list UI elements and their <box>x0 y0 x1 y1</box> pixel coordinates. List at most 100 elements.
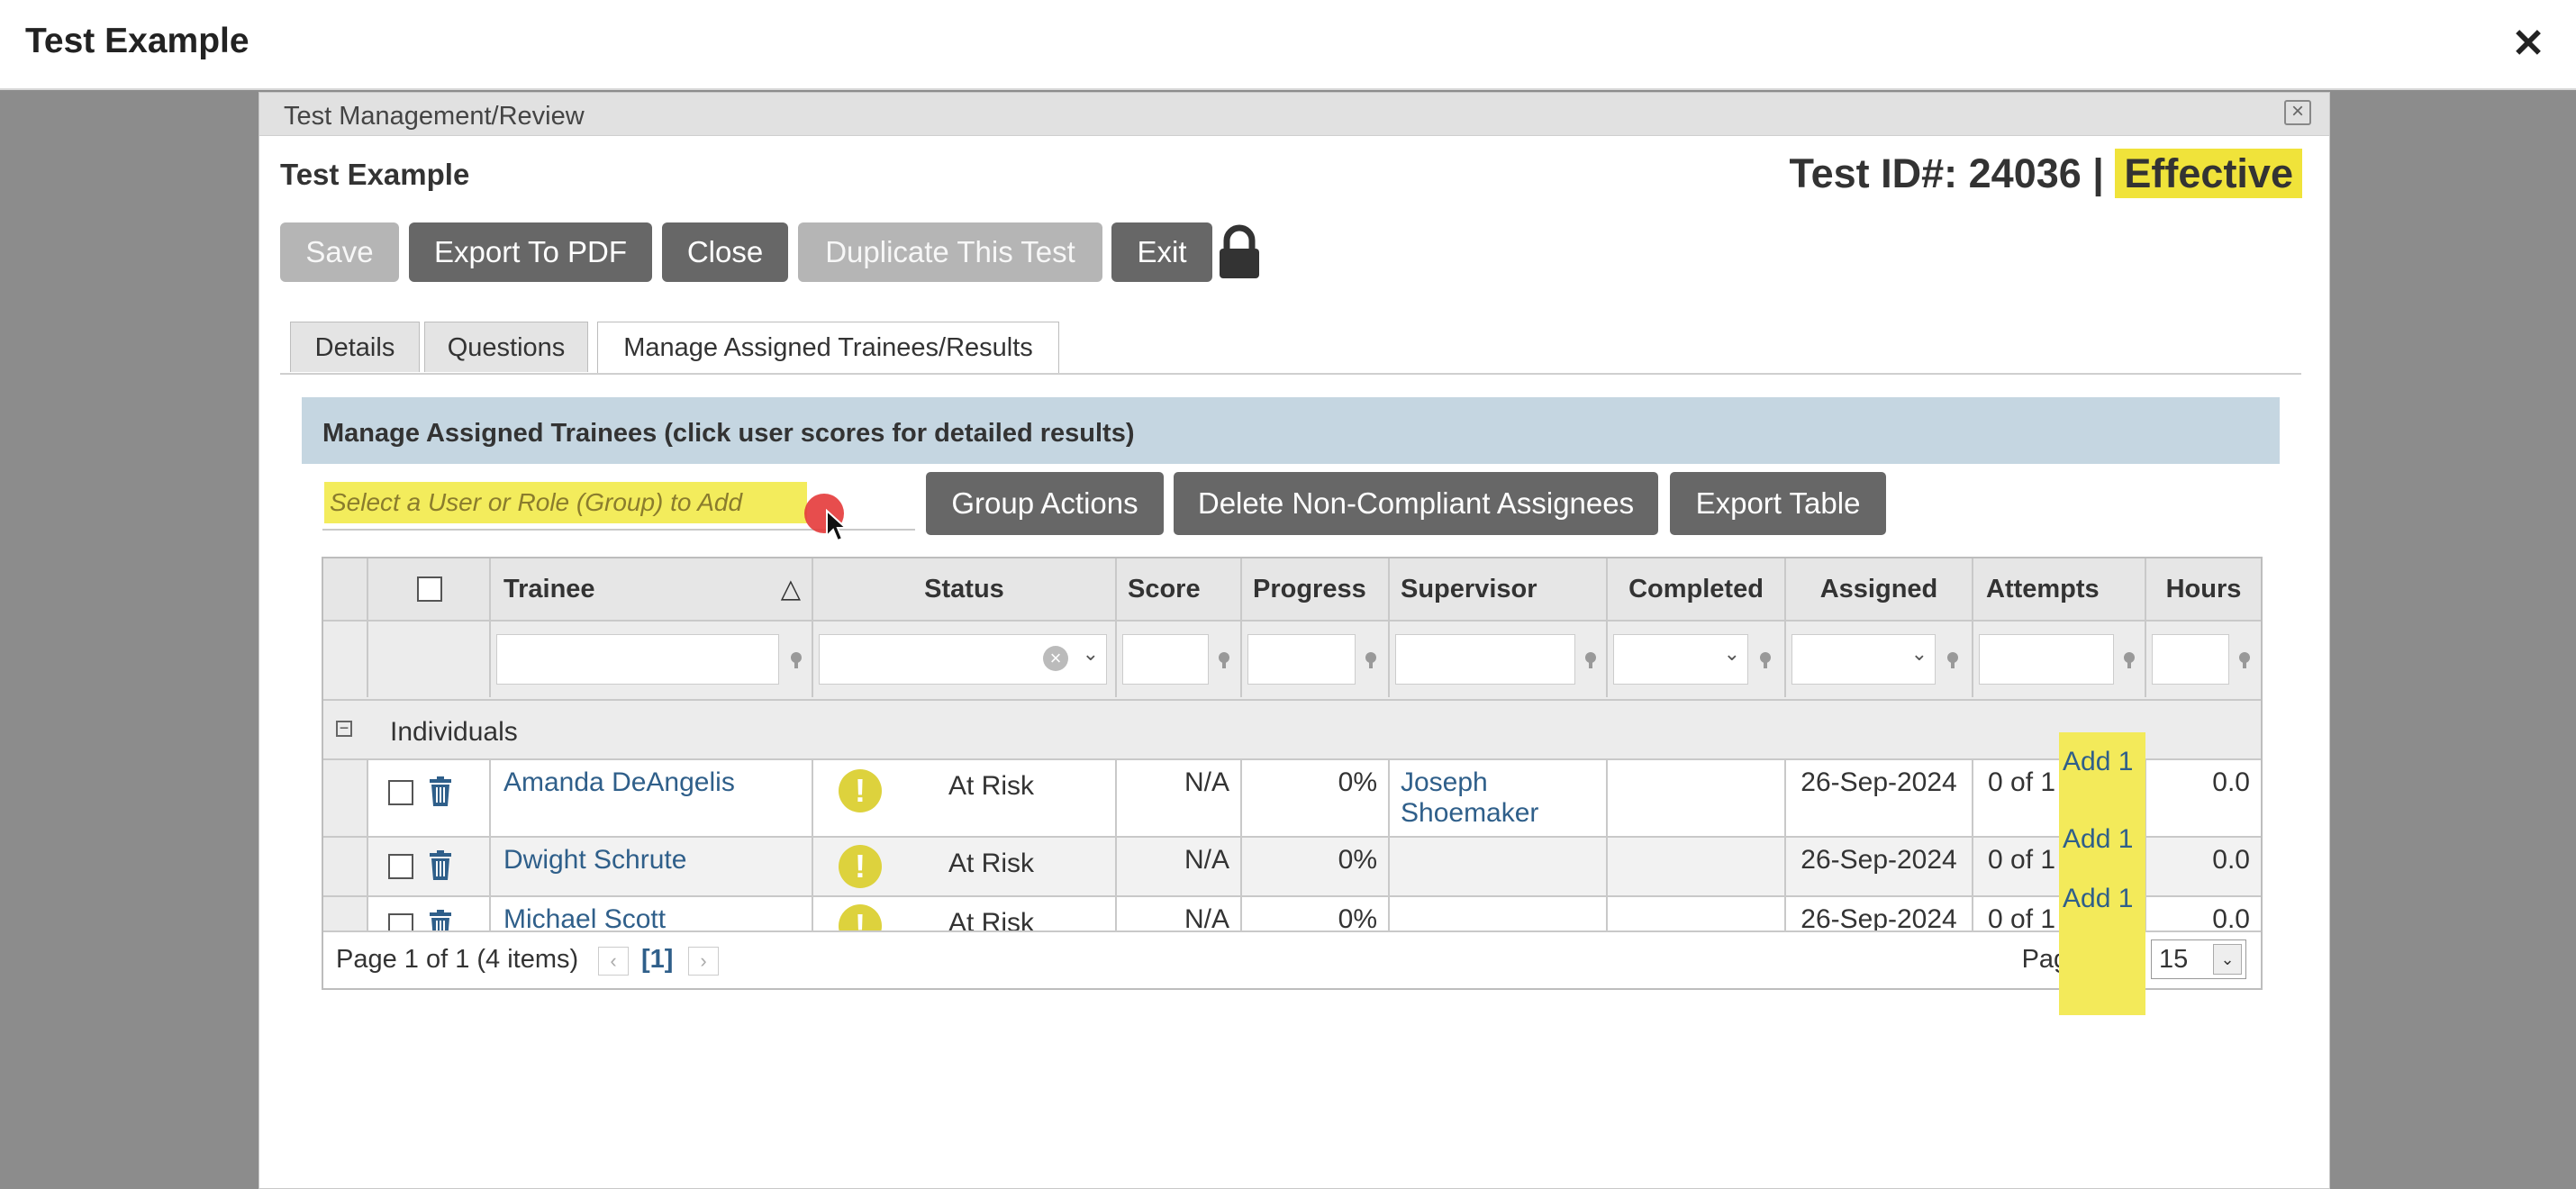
progress-value: 0% <box>1242 760 1390 836</box>
filter-input-progress[interactable] <box>1247 634 1356 685</box>
filter-input-attempts[interactable] <box>1979 634 2114 685</box>
warning-icon: ! <box>839 845 882 888</box>
filter-input-supervisor[interactable] <box>1395 634 1575 685</box>
filter-input-hours[interactable] <box>2152 634 2229 685</box>
trash-icon[interactable] <box>428 776 453 807</box>
row-checkbox[interactable] <box>388 854 413 879</box>
chevron-down-icon[interactable]: ⌄ <box>1724 642 1740 666</box>
chevron-down-icon[interactable]: ⌄ <box>2213 944 2242 975</box>
filter-input-score[interactable] <box>1122 634 1209 685</box>
select-all-checkbox[interactable] <box>417 576 442 602</box>
filter-cell-status: × ⌄ <box>813 622 1117 697</box>
pager-info: Page 1 of 1 (4 items) <box>336 945 579 974</box>
table-row: Amanda DeAngelis ! At Risk N/A 0% Joseph… <box>323 758 2261 836</box>
mouse-cursor-icon <box>826 509 848 542</box>
filter-icon[interactable] <box>1581 650 1601 670</box>
filter-icon[interactable] <box>1214 650 1234 670</box>
dialog-title: Test Management/Review <box>284 102 585 131</box>
chevron-down-icon[interactable]: ⌄ <box>1083 642 1099 666</box>
grid-pager: Page 1 of 1 (4 items) ‹ [1] › Page size:… <box>323 930 2261 988</box>
app-header: Test Example ✕ <box>0 0 2576 90</box>
tab-divider <box>280 373 2301 375</box>
filter-icon[interactable] <box>1361 650 1381 670</box>
prev-page-icon[interactable]: ‹ <box>598 947 629 976</box>
filter-input-trainee[interactable] <box>496 634 779 685</box>
assigned-value: 26-Sep-2024 <box>1786 760 1973 836</box>
grid-header-select <box>368 558 491 620</box>
add-attempt-link[interactable]: Add 1 <box>2063 824 2133 855</box>
export-table-button[interactable]: Export Table <box>1670 472 1886 535</box>
filter-cell-progress <box>1242 622 1390 697</box>
tab-details[interactable]: Details <box>290 322 420 372</box>
next-page-icon[interactable]: › <box>688 947 719 976</box>
clear-filter-icon[interactable]: × <box>1043 646 1068 671</box>
column-header-trainee[interactable]: Trainee △ <box>491 558 813 620</box>
supervisor-last: Shoemaker <box>1401 798 1539 828</box>
filter-icon[interactable] <box>1755 650 1775 670</box>
score-value[interactable]: N/A <box>1117 838 1242 895</box>
column-header-status[interactable]: Status <box>813 558 1117 620</box>
duplicate-test-button[interactable]: Duplicate This Test <box>798 222 1102 282</box>
filter-icon[interactable] <box>2235 650 2254 670</box>
filter-spacer-select <box>368 622 491 697</box>
supervisor-link[interactable] <box>1390 838 1608 895</box>
tab-questions[interactable]: Questions <box>424 322 588 372</box>
collapse-icon[interactable]: − <box>336 720 352 737</box>
filter-spacer <box>323 622 368 697</box>
add-attempt-link[interactable]: Add 1 <box>2063 884 2133 914</box>
status-cell: ! At Risk <box>813 760 1117 836</box>
row-actions-cell <box>368 760 491 836</box>
add-attempt-link[interactable]: Add 1 <box>2063 747 2133 777</box>
column-header-assigned[interactable]: Assigned <box>1786 558 1973 620</box>
row-checkbox[interactable] <box>388 780 413 805</box>
column-header-score[interactable]: Score <box>1117 558 1242 620</box>
test-name: Test Example <box>280 158 470 191</box>
current-page[interactable]: [1] <box>641 945 673 975</box>
filter-icon[interactable] <box>1943 650 1963 670</box>
exit-button[interactable]: Exit <box>1111 222 1212 282</box>
supervisor-link[interactable]: Joseph Shoemaker <box>1390 760 1608 836</box>
close-button[interactable]: Close <box>662 222 788 282</box>
chevron-down-icon[interactable]: ⌄ <box>1911 642 1927 666</box>
column-header-supervisor[interactable]: Supervisor <box>1390 558 1608 620</box>
column-header-completed[interactable]: Completed <box>1608 558 1786 620</box>
score-value[interactable]: N/A <box>1117 760 1242 836</box>
test-id-label: Test ID#: 24036 | <box>1789 150 2104 196</box>
column-header-hours[interactable]: Hours <box>2146 558 2261 620</box>
trainee-link[interactable]: Amanda DeAngelis <box>491 760 813 836</box>
supervisor-first: Joseph <box>1401 767 1488 797</box>
filter-select-completed[interactable]: ⌄ <box>1613 634 1748 685</box>
attempts-value: 0 of 1 <box>1988 767 2056 797</box>
filter-select-assigned[interactable]: ⌄ <box>1791 634 1936 685</box>
completed-value <box>1608 838 1786 895</box>
column-header-progress[interactable]: Progress <box>1242 558 1390 620</box>
group-actions-button[interactable]: Group Actions <box>926 472 1164 535</box>
progress-value: 0% <box>1242 838 1390 895</box>
delete-noncompliant-button[interactable]: Delete Non-Compliant Assignees <box>1174 472 1658 535</box>
filter-icon[interactable] <box>2119 650 2139 670</box>
table-row: Dwight Schrute ! At Risk N/A 0% 26-Sep-2… <box>323 836 2261 895</box>
window-title: Test Example <box>25 22 249 60</box>
filter-cell-trainee <box>491 622 813 697</box>
trash-icon[interactable] <box>428 850 453 881</box>
row-actions-cell <box>368 838 491 895</box>
column-header-attempts[interactable]: Attempts <box>1973 558 2146 620</box>
filter-cell-attempts <box>1973 622 2146 697</box>
completed-value <box>1608 760 1786 836</box>
filter-cell-score <box>1117 622 1242 697</box>
filter-icon[interactable] <box>786 650 806 670</box>
test-id-display: Test ID#: 24036 | Effective <box>1789 149 2302 198</box>
close-icon[interactable]: ✕ <box>2506 22 2551 67</box>
page-size-select[interactable]: 15 ⌄ <box>2151 939 2246 979</box>
tab-manage-trainees[interactable]: Manage Assigned Trainees/Results <box>597 322 1059 374</box>
trainee-link[interactable]: Dwight Schrute <box>491 838 813 895</box>
filter-select-status[interactable]: × ⌄ <box>819 634 1107 685</box>
dialog-close-icon[interactable]: × <box>2284 100 2311 125</box>
export-pdf-button[interactable]: Export To PDF <box>409 222 652 282</box>
filter-cell-assigned: ⌄ <box>1786 622 1973 697</box>
attempts-value: 0 of 1 <box>1988 845 2056 875</box>
trainees-grid: Trainee △ Status Score Progress Supervis… <box>322 557 2263 990</box>
filter-cell-hours <box>2146 622 2261 697</box>
save-button[interactable]: Save <box>280 222 399 282</box>
group-row-individuals: − Individuals <box>323 699 2261 758</box>
